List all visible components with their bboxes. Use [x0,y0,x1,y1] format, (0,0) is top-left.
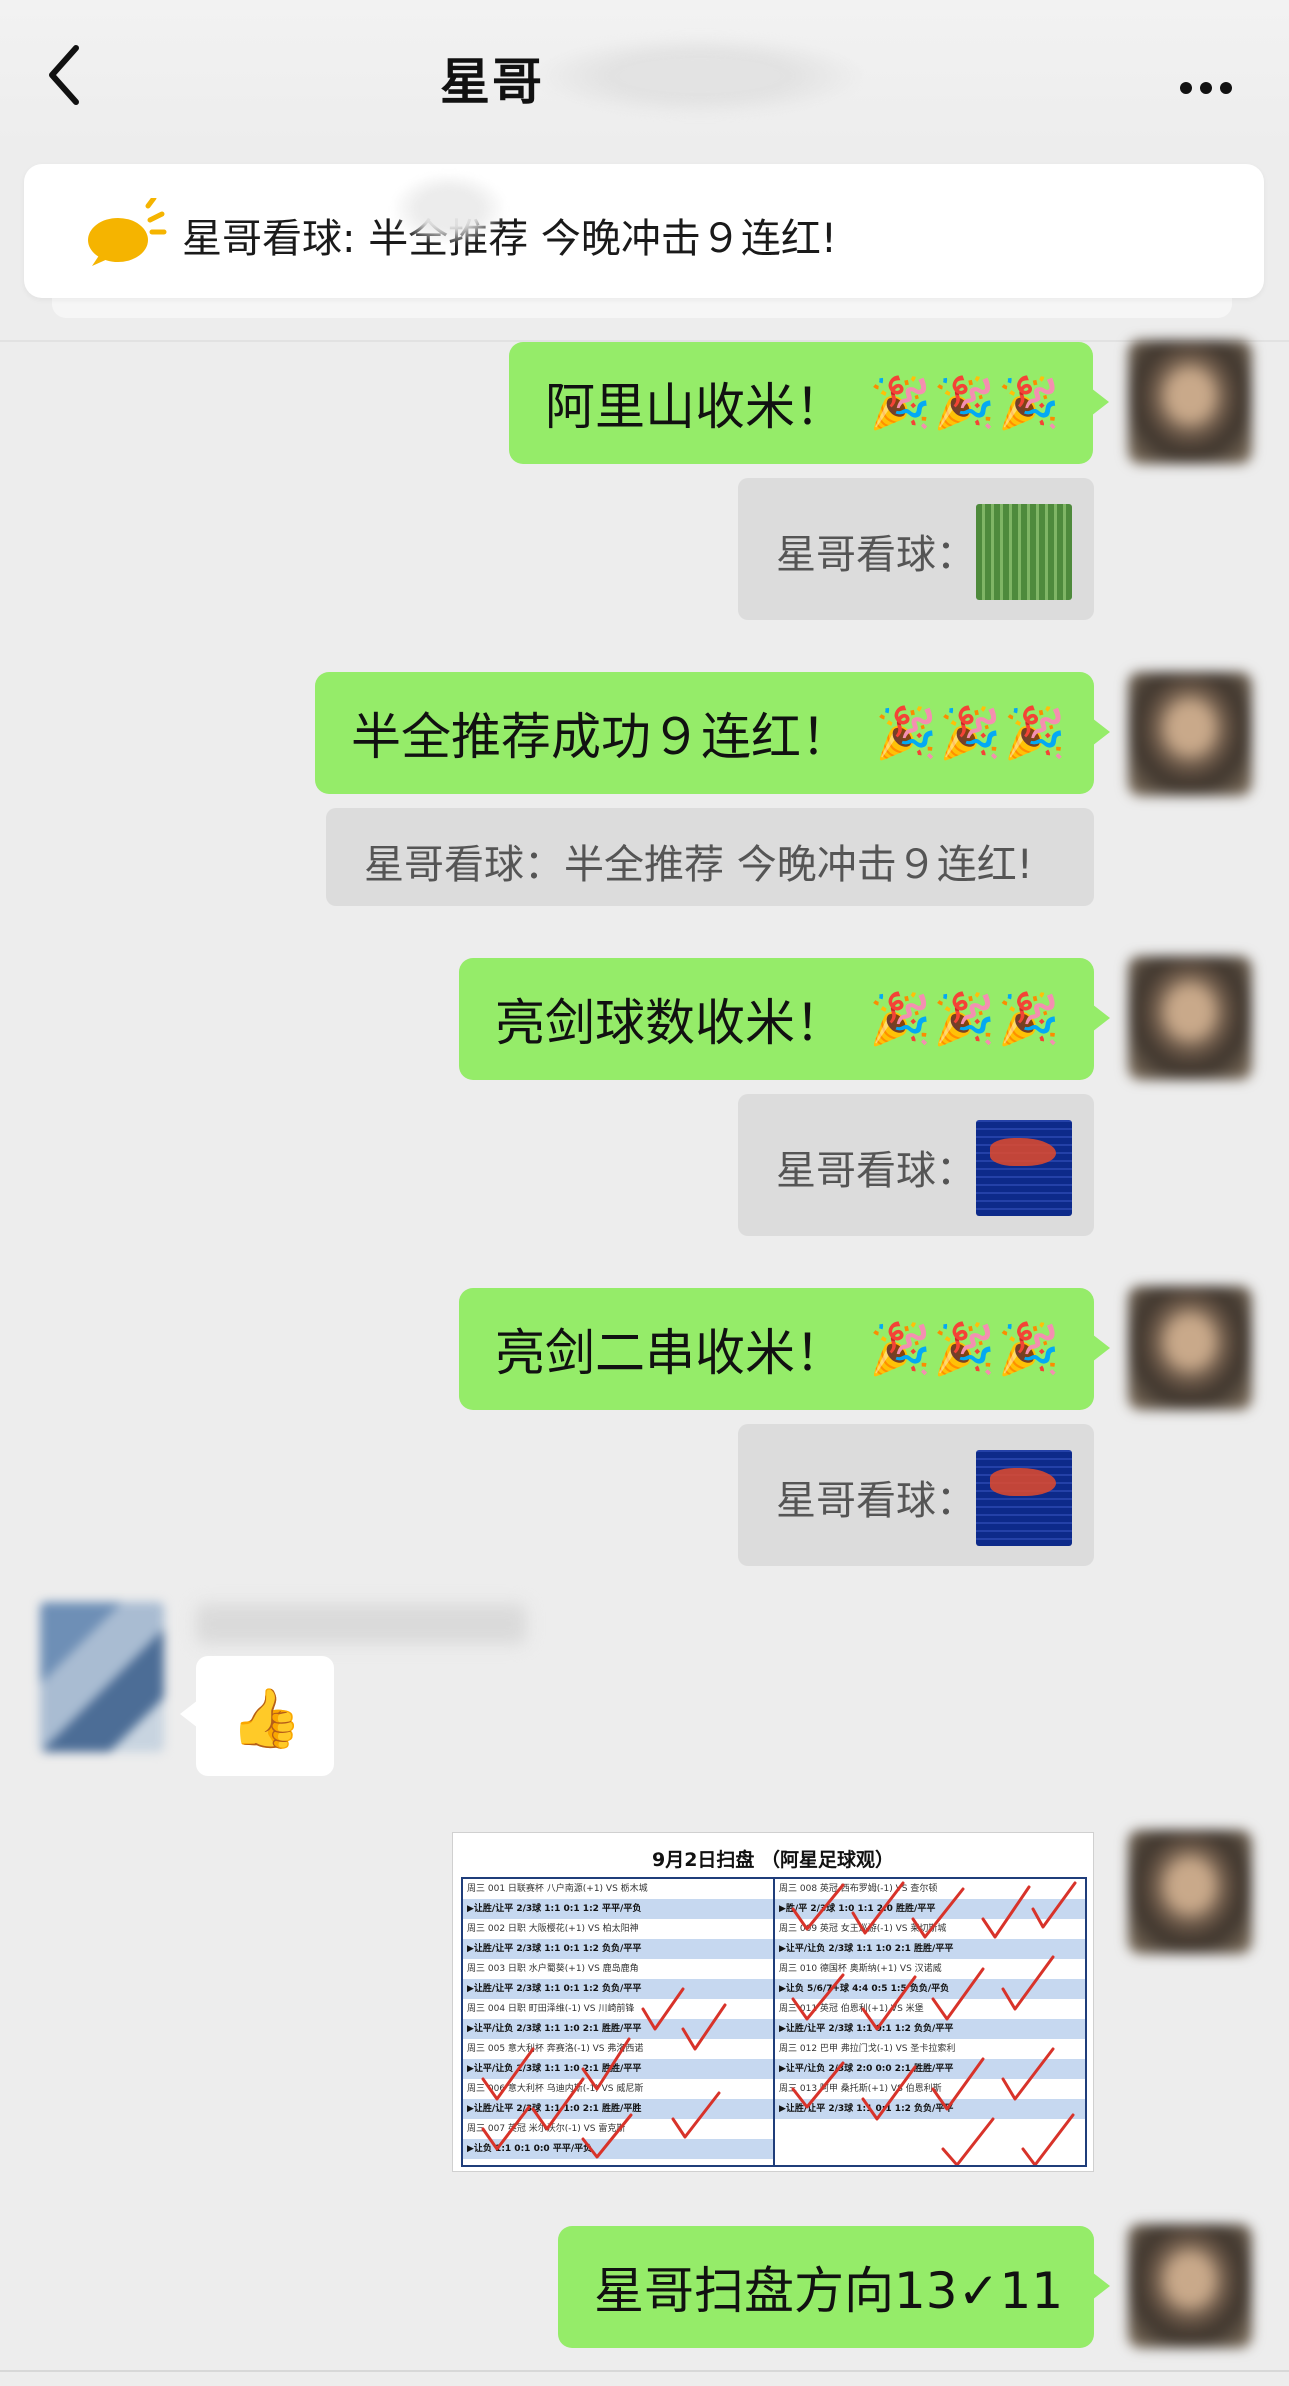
party-popper-emoji: 🎉🎉🎉 [869,1319,1062,1378]
avatar[interactable] [1128,340,1252,464]
sheet-match-row: 周三 005 意大利杯 奔赛洛(-1) VS 弗洛西诺 [467,2044,644,2054]
sheet-pick-row: ▶让平/让负 2/3球 1:1 1:0 2:1 胜胜/平平 [463,2059,773,2079]
sheet-match-row: 周三 013 阿甲 桑托斯(+1) VS 伯恩利斯 [779,2084,942,2094]
outgoing-message[interactable]: 亮剑二串收米！ 🎉🎉🎉 [459,1288,1110,1410]
sheet-table: 周三 001 日联赛杯 八户南源(+1) VS 栃木城 ▶让胜/让平 2/3球 1… [461,1877,1087,2167]
redacted-area [394,174,504,244]
sheet-pick-row: ▶让胜/让平 2/3球 1:1 0:1 1:2 负负/平平 [463,1979,773,1999]
quoted-message[interactable]: 星哥看球：半全推荐 今晚冲击９连红! [326,808,1094,906]
outgoing-message[interactable]: 亮剑球数收米！ 🎉🎉🎉 [459,958,1110,1080]
sheet-pick-row: ▶让平/让负 2/3球 2:0 0:0 2:1 胜胜/平平 [775,2059,1085,2079]
bubble-tail [1092,1004,1110,1032]
redacted-title [540,36,860,116]
quote-text: 星哥看球： [776,1148,976,1194]
sender-avatar[interactable] [40,1602,164,1752]
image-message-scan-sheet[interactable]: 9月2日扫盘 （阿星足球观） 周三 001 日联赛杯 八户南源(+1) VS 栃… [452,1832,1094,2172]
sheet-match-row: 周三 010 德国杯 奥斯纳(+1) VS 汉诺威 [779,1964,942,1974]
bubble-tail [1091,388,1109,416]
divider [0,2370,1289,2372]
party-popper-emoji: 🎉🎉🎉 [869,989,1062,1048]
more-options-icon[interactable] [1176,64,1236,94]
sheet-pick-row: ▶胜/平 2/3球 1:0 1:1 2:0 胜胜/平平 [775,1899,1085,1919]
bubble-tail [1092,718,1110,746]
sheet-match-row: 周三 008 英冠 西布罗姆(-1) VS 查尔顿 [779,1884,938,1894]
sheet-match-row: 周三 004 日职 町田泽维(-1) VS 川崎前锋 [467,2004,635,2014]
sheet-match-row: 周三 009 英冠 女王巡游(-1) VS 莱切斯城 [779,1924,947,1934]
message-text: 星哥扫盘方向13✓11 [594,2262,1064,2320]
sheet-pick-row: ▶让负 5/6/7+球 4:4 0:5 1:5 负负/平负 [775,1979,1085,1999]
avatar[interactable] [1128,2224,1252,2348]
sheet-pick-row: ▶让胜/让平 2/3球 1:1 0:1 1:2 负负/平平 [775,2099,1085,2119]
bubble-tail [1092,2272,1110,2300]
quoted-message[interactable]: 星哥看球： [738,1424,1094,1566]
quote-text: 星哥看球： [776,532,976,578]
message-text: 阿里山收米！ [545,378,845,436]
quoted-message[interactable]: 星哥看球： [738,1094,1094,1236]
bubble-tail [180,1700,198,1728]
quoted-image-thumbnail[interactable] [976,1120,1072,1216]
incoming-message[interactable]: 👍 [180,1656,334,1776]
avatar[interactable] [1128,956,1252,1080]
sheet-match-row: 周三 002 日职 大阪樱花(+1) VS 柏太阳神 [467,1924,639,1934]
message-text: 半全推荐成功９连红！ [351,708,851,766]
avatar[interactable] [1128,672,1252,796]
speech-bubble-icon [88,198,167,266]
quote-text: 星哥看球：半全推荐 今晚冲击９连红! [364,842,1033,888]
avatar[interactable] [1128,1286,1252,1410]
outgoing-message[interactable]: 半全推荐成功９连红！ 🎉🎉🎉 [315,672,1110,794]
sheet-match-row: 周三 001 日联赛杯 八户南源(+1) VS 栃木城 [467,1884,648,1894]
sheet-match-row: 周三 003 日职 水户蜀葵(+1) VS 鹿岛鹿角 [467,1964,639,1974]
sheet-match-row: 周三 006 意大利杯 乌迪内斯(-1) VS 威尼斯 [467,2084,644,2094]
sheet-pick-row: ▶让平/让负 2/3球 1:1 1:0 2:1 胜胜/平平 [463,2019,773,2039]
sheet-pick-row: ▶让负 1:1 0:1 0:0 平平/平负 [463,2139,773,2159]
pinned-message-text: 星哥看球: 半全推荐 今晚冲击９连红! [182,216,837,262]
sheet-pick-row: ▶让胜/让平 2/3球 1:1 0:1 1:2 负负/平平 [463,1939,773,1959]
quoted-image-thumbnail[interactable] [976,504,1072,600]
quoted-message[interactable]: 星哥看球： [738,478,1094,620]
message-text: 亮剑球数收米！ [495,994,845,1052]
quote-text: 星哥看球： [776,1478,976,1524]
message-text: 亮剑二串收米！ [495,1324,845,1382]
sheet-title: 9月2日扫盘 （阿星足球观） [651,1849,895,1871]
sheet-pick-row: ▶让胜/让平 2/3球 1:1 0:1 1:2 负负/平平 [775,2019,1085,2039]
back-arrow-icon[interactable] [44,40,104,110]
sheet-match-row: 周三 007 英冠 米尔沃尔(-1) VS 雷克斯 [467,2124,626,2134]
sheet-left-column: 周三 001 日联赛杯 八户南源(+1) VS 栃木城 ▶让胜/让平 2/3球 1… [463,1879,775,2165]
quoted-image-thumbnail[interactable] [976,1450,1072,1546]
pinned-message-banner[interactable]: 星哥看球: 半全推荐 今晚冲击９连红! [24,164,1264,298]
sheet-pick-row: ▶让胜/让平 2/3球 1:1 0:1 1:2 平平/平负 [463,1899,773,1919]
sheet-match-row: 周三 011 英冠 伯恩利(+1) VS 米堡 [779,2004,924,2014]
chat-header: 星哥 [0,0,1289,145]
sheet-pick-row: ▶让胜/让平 2/3球 1:1 1:0 2:1 胜胜/平胜 [463,2099,773,2119]
party-popper-emoji: 🎉🎉🎉 [875,703,1068,762]
outgoing-message[interactable]: 星哥扫盘方向13✓11 [558,2226,1110,2348]
sender-name [196,1604,526,1644]
sheet-match-row: 周三 012 巴甲 弗拉门戈(-1) VS 圣卡拉索利 [779,2044,956,2054]
thumbs-up-emoji: 👍 [230,1684,303,1752]
sheet-right-column: 周三 008 英冠 西布罗姆(-1) VS 查尔顿 ▶胜/平 2/3球 1:0 1… [775,1879,1085,2165]
outgoing-message[interactable]: 阿里山收米！ 🎉🎉🎉 [509,342,1109,464]
avatar[interactable] [1128,1830,1252,1954]
party-popper-emoji: 🎉🎉🎉 [869,373,1062,432]
sheet-pick-row: ▶让平/让负 2/3球 1:1 1:0 2:1 胜胜/平平 [775,1939,1085,1959]
bubble-tail [1092,1334,1110,1362]
chat-title: 星哥 [440,53,544,111]
